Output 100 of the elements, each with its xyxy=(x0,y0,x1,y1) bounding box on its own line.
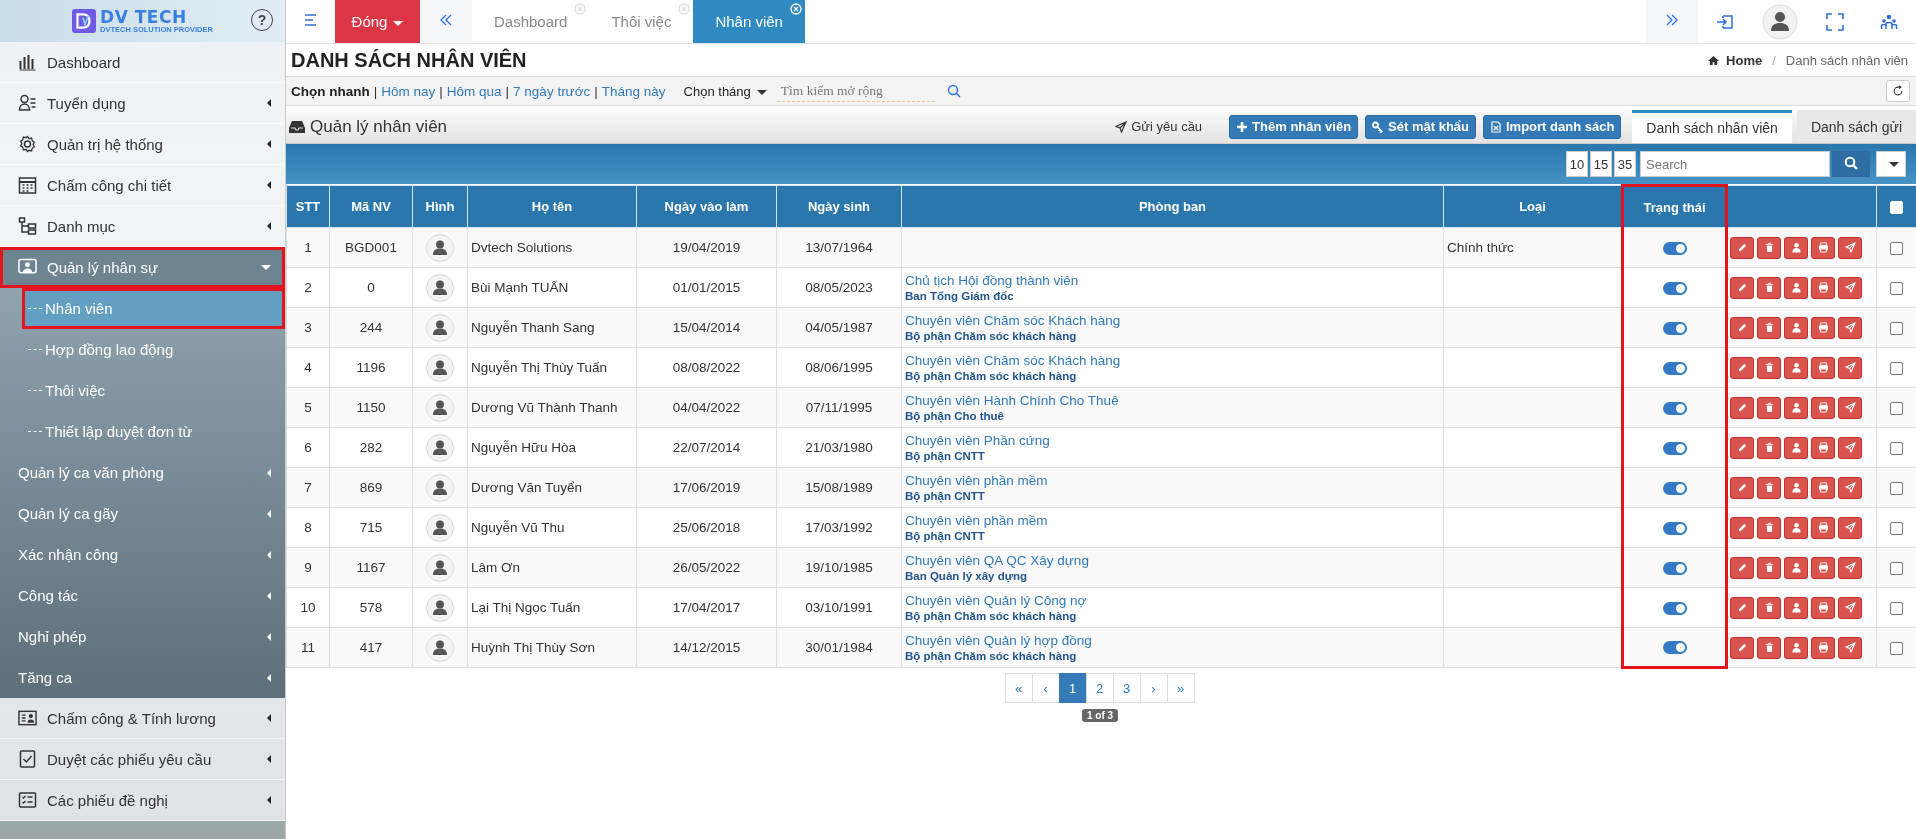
submenu-item[interactable]: Thôi việc xyxy=(22,370,285,411)
profile-button[interactable] xyxy=(1784,396,1808,419)
status-toggle[interactable] xyxy=(1662,441,1687,455)
position-link[interactable]: Chuyên viên phần mềm xyxy=(905,472,1440,489)
close-menu-button[interactable]: Đóng xyxy=(335,0,420,43)
send-button[interactable] xyxy=(1838,596,1862,619)
print-button[interactable] xyxy=(1811,236,1835,259)
status-toggle[interactable] xyxy=(1662,561,1687,575)
pagination-button[interactable]: » xyxy=(1166,673,1195,703)
print-button[interactable] xyxy=(1811,556,1835,579)
profile-button[interactable] xyxy=(1784,596,1808,619)
row-checkbox[interactable] xyxy=(1890,321,1903,335)
position-link[interactable]: Chủ tịch Hội đồng thành viên xyxy=(905,272,1440,289)
print-button[interactable] xyxy=(1811,476,1835,499)
row-checkbox[interactable] xyxy=(1890,601,1903,615)
people-icon[interactable] xyxy=(1880,12,1898,31)
pagination-button[interactable]: 3 xyxy=(1112,673,1141,703)
edit-button[interactable] xyxy=(1730,356,1754,379)
search-button[interactable] xyxy=(1832,151,1870,177)
month-select[interactable]: Chọn tháng xyxy=(677,83,773,99)
edit-button[interactable] xyxy=(1730,316,1754,339)
page-tab[interactable]: Thôi việc xyxy=(589,0,694,43)
profile-button[interactable] xyxy=(1784,356,1808,379)
send-button[interactable] xyxy=(1838,356,1862,379)
sidebar-item[interactable]: Chấm công & Tính lương xyxy=(0,698,285,739)
send-button[interactable] xyxy=(1838,516,1862,539)
status-toggle[interactable] xyxy=(1662,281,1687,295)
search-field[interactable]: Search xyxy=(1640,151,1830,177)
search-icon[interactable] xyxy=(946,84,961,98)
delete-button[interactable] xyxy=(1757,396,1781,419)
edit-button[interactable] xyxy=(1730,596,1754,619)
date-filter-link[interactable]: Hôm nay xyxy=(381,83,436,99)
sidebar-item[interactable]: Danh mục xyxy=(0,206,285,247)
submenu-item[interactable]: Nhân viên xyxy=(22,288,285,329)
position-link[interactable]: Chuyên viên Chăm sóc Khách hàng xyxy=(905,352,1440,369)
edit-button[interactable] xyxy=(1730,236,1754,259)
page-tab[interactable]: Nhân viên xyxy=(693,0,805,43)
page-size-button[interactable]: 10 xyxy=(1566,151,1588,177)
profile-button[interactable] xyxy=(1784,436,1808,459)
date-filter-link[interactable]: Hôm qua xyxy=(446,83,502,99)
delete-button[interactable] xyxy=(1757,436,1781,459)
row-checkbox[interactable] xyxy=(1890,241,1903,255)
submenu-item[interactable]: Công tác xyxy=(0,575,285,616)
send-button[interactable] xyxy=(1838,276,1862,299)
sidebar-item[interactable]: Duyệt các phiếu yêu cầu xyxy=(0,739,285,780)
submenu-item[interactable]: Quản lý ca gãy xyxy=(0,493,285,534)
print-button[interactable] xyxy=(1811,316,1835,339)
status-toggle[interactable] xyxy=(1662,241,1687,255)
position-link[interactable]: Chuyên viên Quản lý Công nợ xyxy=(905,592,1440,609)
page-tab[interactable]: Dashboard xyxy=(472,0,590,43)
row-checkbox[interactable] xyxy=(1890,641,1903,655)
profile-button[interactable] xyxy=(1784,236,1808,259)
select-all-checkbox[interactable] xyxy=(1890,201,1903,215)
position-link[interactable]: Chuyên viên Phần cứng xyxy=(905,432,1440,449)
delete-button[interactable] xyxy=(1757,356,1781,379)
breadcrumb-link[interactable]: Home xyxy=(1726,52,1763,68)
sidebar-item[interactable]: Quản trị hệ thống xyxy=(0,124,285,165)
row-checkbox[interactable] xyxy=(1890,401,1903,415)
submenu-item[interactable]: Quản lý ca văn phòng xyxy=(0,452,285,493)
delete-button[interactable] xyxy=(1757,476,1781,499)
fullscreen-icon[interactable] xyxy=(1826,12,1844,31)
status-toggle[interactable] xyxy=(1662,401,1687,415)
send-button[interactable] xyxy=(1838,556,1862,579)
status-toggle[interactable] xyxy=(1662,641,1687,655)
edit-button[interactable] xyxy=(1730,636,1754,659)
profile-button[interactable] xyxy=(1784,636,1808,659)
position-link[interactable]: Chuyên viên QA QC Xây dựng xyxy=(905,552,1440,569)
page-size-button[interactable]: 15 xyxy=(1590,151,1612,177)
row-checkbox[interactable] xyxy=(1890,441,1903,455)
print-button[interactable] xyxy=(1811,356,1835,379)
position-link[interactable]: Chuyên viên phần mềm xyxy=(905,512,1440,529)
print-button[interactable] xyxy=(1811,516,1835,539)
status-toggle[interactable] xyxy=(1662,481,1687,495)
sidebar-item[interactable]: Các phiếu đề nghị xyxy=(0,780,285,821)
refresh-button[interactable] xyxy=(1886,80,1910,102)
sidebar-item[interactable]: Chấm công chi tiết xyxy=(0,165,285,206)
sidebar-item[interactable]: Tuyển dụng xyxy=(0,83,285,124)
row-checkbox[interactable] xyxy=(1890,561,1903,575)
edit-button[interactable] xyxy=(1730,556,1754,579)
edit-button[interactable] xyxy=(1730,436,1754,459)
delete-button[interactable] xyxy=(1757,316,1781,339)
print-button[interactable] xyxy=(1811,436,1835,459)
delete-button[interactable] xyxy=(1757,236,1781,259)
date-filter-link[interactable]: Tháng này xyxy=(601,83,666,99)
page-size-button[interactable]: 35 xyxy=(1614,151,1636,177)
toolbar-button[interactable]: Sét mật khẩu xyxy=(1365,114,1476,139)
status-toggle[interactable] xyxy=(1662,521,1687,535)
toolbar-button[interactable]: Import danh sách xyxy=(1483,114,1622,139)
sidebar-item[interactable]: Dashboard xyxy=(0,42,285,83)
list-tab[interactable]: Danh sách nhân viên xyxy=(1632,110,1792,143)
status-toggle[interactable] xyxy=(1662,321,1687,335)
delete-button[interactable] xyxy=(1757,556,1781,579)
pagination-button[interactable]: ‹ xyxy=(1031,673,1060,703)
pagination-button[interactable]: 2 xyxy=(1085,673,1114,703)
delete-button[interactable] xyxy=(1757,516,1781,539)
edit-button[interactable] xyxy=(1730,476,1754,499)
send-button[interactable] xyxy=(1838,636,1862,659)
send-button[interactable] xyxy=(1838,316,1862,339)
send-button[interactable] xyxy=(1838,396,1862,419)
row-checkbox[interactable] xyxy=(1890,361,1903,375)
